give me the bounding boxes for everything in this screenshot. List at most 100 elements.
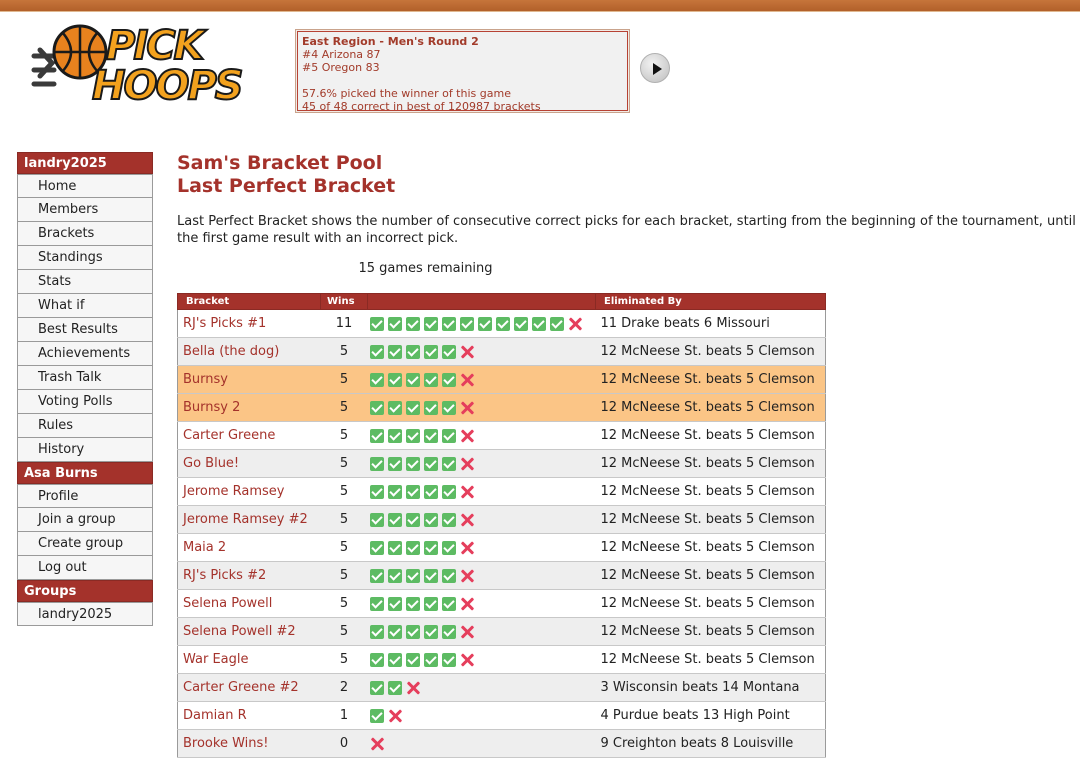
check-icon: [423, 316, 438, 331]
check-icon: [405, 540, 420, 555]
check-icon: [405, 344, 420, 359]
table-row: Jerome Ramsey #2 5 12 McNeese St. beats 5 …: [177, 505, 826, 534]
games-remaining-text: 15 games remaining: [358, 261, 493, 276]
check-icon: [405, 512, 420, 527]
table-row: Maia 2 5 12 McNeese St. beats 5 Clemson: [177, 533, 826, 562]
bracket-wins: 5: [320, 589, 368, 618]
sidebar-item-log-out[interactable]: Log out: [17, 556, 153, 580]
bracket-name-link[interactable]: Brooke Wins!: [177, 729, 321, 758]
check-icon: [387, 596, 402, 611]
sidebar-item-brackets[interactable]: Brackets: [17, 222, 153, 246]
eliminated-by: 12 McNeese St. beats 5 Clemson: [595, 561, 826, 590]
sidebar-item-stats[interactable]: Stats: [17, 270, 153, 294]
ticker-correct[interactable]: 45 of 48 correct in best of 120987 brack…: [302, 100, 623, 110]
eliminated-by: 9 Creighton beats 8 Louisville: [595, 729, 826, 758]
page-title: Sam's Bracket Pool Last Perfect Bracket: [177, 152, 395, 198]
pick-streak: [367, 617, 596, 646]
pick-streak: [367, 449, 596, 478]
bracket-wins: 5: [320, 337, 368, 366]
check-icon: [405, 456, 420, 471]
bracket-name-link[interactable]: Jerome Ramsey: [177, 477, 321, 506]
sidebar-item-members[interactable]: Members: [17, 198, 153, 222]
sidebar-item-landry2025[interactable]: landry2025: [17, 602, 153, 626]
ticker-team1: #4 Arizona 87: [302, 48, 381, 61]
check-icon: [369, 456, 384, 471]
check-icon: [387, 680, 402, 695]
eliminated-by: 12 McNeese St. beats 5 Clemson: [595, 337, 826, 366]
bracket-name-link[interactable]: Jerome Ramsey #2: [177, 505, 321, 534]
bracket-wins: 11: [320, 309, 368, 338]
ticker-team2: #5 Oregon 83: [302, 61, 380, 74]
check-icon: [405, 428, 420, 443]
bracket-name-link[interactable]: Burnsy 2: [177, 393, 321, 422]
sidebar-item-create-group[interactable]: Create group: [17, 532, 153, 556]
bracket-wins: 5: [320, 561, 368, 590]
check-icon: [369, 428, 384, 443]
bracket-name-link[interactable]: RJ's Picks #1: [177, 309, 321, 338]
bracket-name-link[interactable]: War Eagle: [177, 645, 321, 674]
bracket-wins: 5: [320, 533, 368, 562]
header-eliminated[interactable]: Eliminated By: [595, 293, 826, 310]
sidebar-heading-groups[interactable]: Groups: [17, 580, 153, 602]
check-icon: [405, 372, 420, 387]
sidebar-heading-account[interactable]: Asa Burns: [17, 462, 153, 484]
sidebar-item-achievements[interactable]: Achievements: [17, 342, 153, 366]
logo-text-pick: PICK: [105, 23, 206, 69]
pick-streak: [367, 393, 596, 422]
check-icon: [423, 540, 438, 555]
pick-streak: [367, 589, 596, 618]
bracket-name-link[interactable]: Go Blue!: [177, 449, 321, 478]
bracket-name-link[interactable]: Selena Powell: [177, 589, 321, 618]
bracket-name-link[interactable]: Burnsy: [177, 365, 321, 394]
sidebar-item-history[interactable]: History: [17, 438, 153, 462]
header-wins[interactable]: Wins: [320, 293, 368, 310]
cross-icon: [370, 737, 384, 751]
game-ticker[interactable]: East Region - Men's Round 2 #4 Arizona 8…: [295, 29, 630, 113]
check-icon: [387, 540, 402, 555]
sidebar-heading-user[interactable]: landry2025: [17, 152, 153, 174]
check-icon: [405, 316, 420, 331]
pickhoops-logo[interactable]: PICK HOOPS: [30, 20, 245, 112]
check-icon: [423, 652, 438, 667]
sidebar-item-join-a-group[interactable]: Join a group: [17, 508, 153, 532]
sidebar-item-standings[interactable]: Standings: [17, 246, 153, 270]
sidebar-item-voting-polls[interactable]: Voting Polls: [17, 390, 153, 414]
check-icon: [387, 512, 402, 527]
eliminated-by: 12 McNeese St. beats 5 Clemson: [595, 533, 826, 562]
pick-streak: [367, 533, 596, 562]
header-bracket[interactable]: Bracket: [177, 293, 321, 310]
check-icon: [441, 568, 456, 583]
bracket-name-link[interactable]: Carter Greene: [177, 421, 321, 450]
bracket-name-link[interactable]: Selena Powell #2: [177, 617, 321, 646]
check-icon: [423, 428, 438, 443]
top-bar: [0, 0, 1080, 11]
bracket-name-link[interactable]: RJ's Picks #2: [177, 561, 321, 590]
bracket-name-link[interactable]: Bella (the dog): [177, 337, 321, 366]
sidebar-item-profile[interactable]: Profile: [17, 484, 153, 508]
page-title-pool: Sam's Bracket Pool: [177, 152, 383, 174]
check-icon: [387, 400, 402, 415]
check-icon: [441, 652, 456, 667]
eliminated-by: 12 McNeese St. beats 5 Clemson: [595, 393, 826, 422]
eliminated-by: 12 McNeese St. beats 5 Clemson: [595, 365, 826, 394]
play-button[interactable]: [640, 53, 670, 83]
table-row: Bella (the dog) 5 12 McNeese St. beats 5 C…: [177, 337, 826, 366]
eliminated-by: 12 McNeese St. beats 5 Clemson: [595, 617, 826, 646]
bracket-wins: 1: [320, 701, 368, 730]
sidebar-item-what-if[interactable]: What if: [17, 294, 153, 318]
bracket-name-link[interactable]: Carter Greene #2: [177, 673, 321, 702]
bracket-name-link[interactable]: Damian R: [177, 701, 321, 730]
sidebar-item-best-results[interactable]: Best Results: [17, 318, 153, 342]
bracket-name-link[interactable]: Maia 2: [177, 533, 321, 562]
check-icon: [387, 456, 402, 471]
check-icon: [423, 400, 438, 415]
bracket-wins: 5: [320, 645, 368, 674]
logo-text-hoops: HOOPS: [91, 63, 245, 109]
ticker-picked: 57.6% picked the winner of this game: [302, 87, 511, 100]
sidebar-item-trash-talk[interactable]: Trash Talk: [17, 366, 153, 390]
pick-streak: [367, 561, 596, 590]
check-icon: [423, 512, 438, 527]
check-icon: [387, 344, 402, 359]
sidebar-item-home[interactable]: Home: [17, 174, 153, 198]
sidebar-item-rules[interactable]: Rules: [17, 414, 153, 438]
